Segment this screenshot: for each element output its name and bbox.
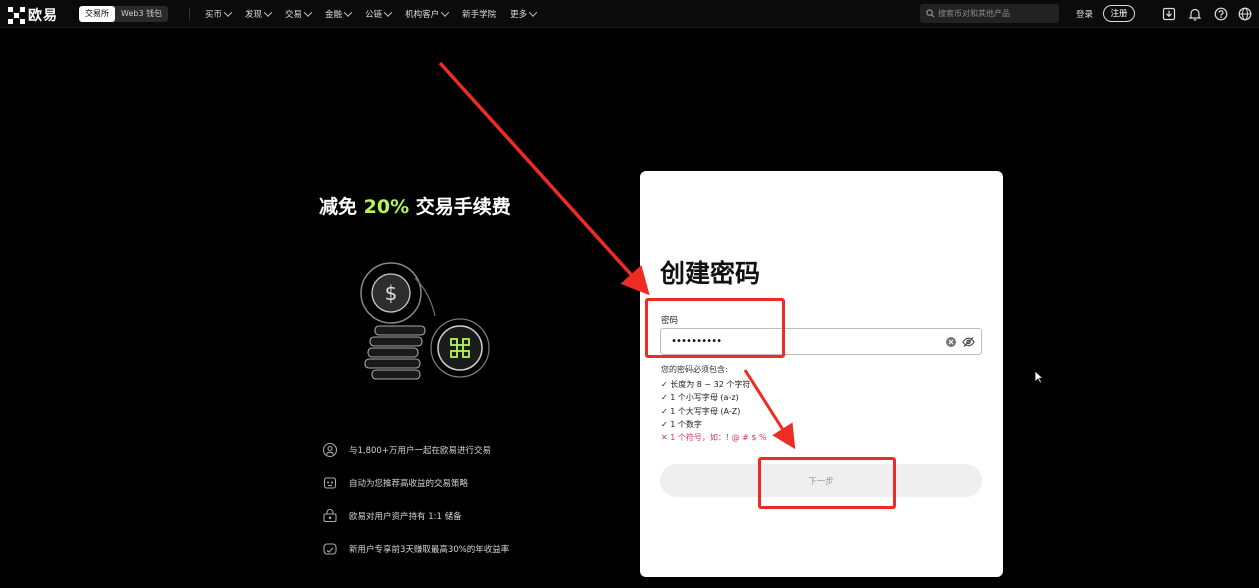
nav-item[interactable]: 更多 [510, 8, 538, 20]
feature-text: 与1,800+万用户一起在欧易进行交易 [349, 445, 491, 456]
chevron-down-icon [440, 8, 450, 17]
download-icon[interactable] [1161, 6, 1176, 21]
requirement-text: 1 个数字 [670, 419, 702, 429]
requirement-item: ✓ 1 个小写字母 (a-z) [661, 391, 767, 404]
okx-coin-icon [430, 318, 490, 378]
search-box[interactable] [920, 4, 1059, 23]
chevron-down-icon [303, 8, 313, 17]
clear-icon[interactable] [946, 337, 956, 347]
coins-illustration: $ [360, 262, 490, 380]
feature-item: 欧易对用户资产持有 1:1 储备 [322, 499, 509, 532]
feature-item: 自动为您推荐高收益的交易策略 [322, 466, 509, 499]
product-switch: 交易所 Web3 钱包 [79, 6, 169, 22]
nav-item-label: 买币 [205, 10, 223, 20]
requirement-item: ✓ 1 个大写字母 (A-Z) [661, 405, 767, 418]
feature-list: 与1,800+万用户一起在欧易进行交易 自动为您推荐高收益的交易策略 欧易对用户… [322, 433, 509, 565]
exchange-tab[interactable]: 交易所 [79, 6, 115, 22]
nav-item-label: 金融 [325, 10, 343, 20]
help-icon[interactable] [1213, 6, 1228, 21]
annotation-arrows [438, 61, 796, 450]
nav-item[interactable]: 交易 [285, 8, 313, 20]
feature-text: 新用户专享前3天赚取最高30%的年收益率 [349, 544, 510, 555]
users-globe-icon [322, 442, 338, 457]
nav-item-label: 发现 [245, 10, 263, 20]
headline-suffix: 交易手续费 [409, 196, 511, 218]
feature-item: 与1,800+万用户一起在欧易进行交易 [322, 433, 509, 466]
check-icon: ✓ [661, 380, 668, 389]
headline-prefix: 减免 [319, 196, 364, 218]
promo-headline: 减免 20% 交易手续费 [319, 192, 511, 219]
globe-icon[interactable] [1237, 6, 1252, 21]
nav-item[interactable]: 公链 [365, 8, 393, 20]
nav-divider [189, 7, 190, 21]
top-navbar: 欧易 交易所 Web3 钱包 买币 发现 交易 金融 公链 机构客户 新手学院 更多 登录 注… [0, 0, 1259, 28]
page-title: 创建密码 [660, 259, 761, 288]
feature-text: 欧易对用户资产持有 1:1 储备 [349, 511, 462, 522]
chevron-down-icon [263, 8, 273, 17]
web3-wallet-tab[interactable]: Web3 钱包 [115, 6, 168, 22]
nav-item-label: 交易 [285, 10, 303, 20]
robot-strategy-icon [323, 476, 337, 489]
requirements-list: ✓ 长度为 8 ~ 32 个字符 ✓ 1 个小写字母 (a-z) ✓ 1 个大写… [661, 378, 767, 444]
bell-icon[interactable] [1187, 6, 1202, 21]
highlight-box-password [645, 298, 785, 358]
coin-stack-icon [364, 325, 426, 380]
requirement-text: 长度为 8 ~ 32 个字符 [670, 380, 751, 389]
feature-text: 自动为您推荐高收益的交易策略 [349, 478, 469, 489]
nav-item-label: 公链 [365, 10, 383, 20]
check-icon: ✓ [661, 393, 668, 403]
reserve-icon [323, 508, 337, 522]
arrow-to-password [438, 61, 650, 296]
main-nav: 买币 发现 交易 金融 公链 机构客户 新手学院 更多 [205, 0, 538, 28]
search-input[interactable] [935, 9, 1058, 18]
nav-item[interactable]: 金融 [325, 8, 353, 20]
requirement-item: ✕ 1 个符号，如：! @ # $ % [661, 431, 767, 444]
highlight-box-next [758, 457, 896, 509]
search-icon [926, 9, 935, 18]
chevron-down-icon [528, 8, 538, 17]
requirement-text: 1 个大写字母 (A-Z) [670, 406, 741, 416]
chevron-down-icon [383, 8, 393, 17]
logo-text: 欧易 [28, 8, 58, 24]
requirements-title: 您的密码必须包含: [661, 365, 728, 374]
cross-icon: ✕ [661, 433, 668, 443]
nav-item-label: 更多 [510, 10, 528, 20]
svg-text:$: $ [385, 281, 398, 305]
requirement-text: 1 个符号，如：! @ # $ % [670, 433, 767, 443]
requirement-item: ✓ 1 个数字 [661, 418, 767, 431]
check-icon: ✓ [661, 406, 668, 416]
register-button[interactable]: 注册 [1103, 5, 1135, 22]
nav-item[interactable]: 机构客户 [405, 8, 450, 20]
chevron-down-icon [223, 8, 233, 17]
okx-logo[interactable]: 欧易 [8, 5, 58, 25]
nav-item[interactable]: 发现 [245, 8, 273, 20]
okx-logo-icon [8, 6, 25, 24]
headline-discount: 20% [363, 196, 410, 218]
mouse-cursor-icon [1034, 370, 1044, 384]
requirement-item: ✓ 长度为 8 ~ 32 个字符 [661, 378, 767, 391]
nav-item[interactable]: 买币 [205, 8, 233, 20]
gift-icon [323, 542, 337, 555]
check-icon: ✓ [661, 419, 668, 429]
chevron-down-icon [343, 8, 353, 17]
feature-item: 新用户专享前3天赚取最高30%的年收益率 [322, 532, 509, 565]
nav-item[interactable]: 新手学院 [462, 8, 496, 20]
nav-item-label: 机构客户 [405, 10, 440, 20]
login-link[interactable]: 登录 [1076, 8, 1093, 20]
create-password-card: 创建密码 密码 您的密码必须包含: ✓ 长度为 8 ~ 32 个字符 ✓ 1 个… [640, 171, 1003, 577]
requirement-text: 1 个小写字母 (a-z) [670, 393, 739, 403]
eye-off-icon[interactable] [962, 336, 975, 348]
dollar-coin-icon: $ [360, 262, 436, 324]
nav-item-label: 新手学院 [462, 10, 497, 20]
